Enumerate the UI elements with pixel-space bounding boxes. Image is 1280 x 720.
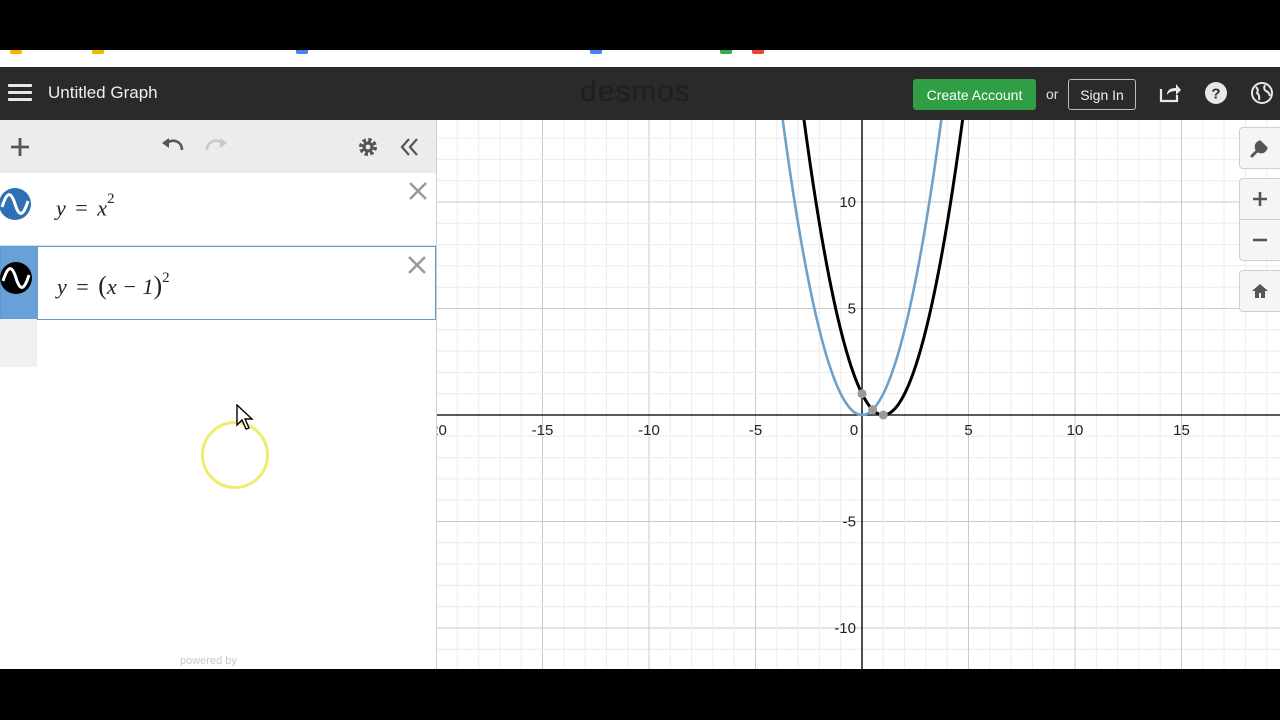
bookmark-icon[interactable] bbox=[10, 50, 22, 54]
cursor-highlight bbox=[201, 421, 269, 489]
math-expression[interactable]: y = x2 bbox=[56, 191, 114, 221]
help-icon[interactable]: ? bbox=[1204, 81, 1228, 105]
x-tick-label: 15 bbox=[1173, 422, 1190, 439]
expression-tab[interactable] bbox=[0, 247, 38, 319]
x-tick-label: -10 bbox=[638, 422, 660, 439]
or-label: or bbox=[1046, 86, 1059, 102]
undo-icon[interactable] bbox=[160, 134, 186, 160]
x-tick-label: -15 bbox=[532, 422, 554, 439]
svg-text:?: ? bbox=[1211, 86, 1220, 103]
x-tick-label: 5 bbox=[964, 422, 972, 439]
globe-icon[interactable] bbox=[1250, 81, 1274, 105]
x-tick-label: -5 bbox=[749, 422, 762, 439]
graph-title[interactable]: Untitled Graph bbox=[48, 83, 158, 103]
bookmarks-bar bbox=[0, 50, 1280, 67]
expression-row-2[interactable]: y = (x − 1)2 bbox=[0, 246, 436, 320]
bookmark-icon[interactable] bbox=[590, 50, 602, 54]
redo-icon[interactable] bbox=[203, 134, 229, 160]
bookmark-icon[interactable] bbox=[752, 50, 764, 54]
menu-icon[interactable] bbox=[8, 81, 32, 105]
new-expression-tab[interactable] bbox=[0, 319, 37, 367]
app-header: Untitled Graph desmos Create Account or … bbox=[0, 67, 1280, 120]
zoom-in-icon[interactable] bbox=[1240, 179, 1280, 219]
settings-gear-icon[interactable] bbox=[355, 134, 381, 160]
y-tick-label: -5 bbox=[843, 514, 856, 531]
home-control bbox=[1239, 270, 1280, 312]
expression-panel: y = x2 y = (x − 1)2 powered by bbox=[0, 120, 437, 669]
mouse-cursor-icon bbox=[236, 404, 254, 430]
share-icon[interactable] bbox=[1158, 81, 1182, 105]
point-of-interest[interactable] bbox=[868, 405, 878, 415]
screen-frame: Untitled Graph desmos Create Account or … bbox=[0, 0, 1280, 720]
delete-expression-icon[interactable] bbox=[407, 255, 427, 275]
create-account-button[interactable]: Create Account bbox=[913, 79, 1036, 110]
wrench-icon[interactable] bbox=[1240, 128, 1280, 168]
y-tick-label: 10 bbox=[839, 194, 856, 211]
math-expression[interactable]: y = (x − 1)2 bbox=[57, 270, 170, 301]
graph-color-icon[interactable] bbox=[0, 261, 33, 295]
x-tick-label: 0 bbox=[850, 422, 858, 439]
bookmark-icon[interactable] bbox=[92, 50, 104, 54]
add-icon[interactable] bbox=[7, 134, 33, 160]
x-tick-label: 10 bbox=[1067, 422, 1084, 439]
expression-tab[interactable] bbox=[0, 173, 37, 245]
home-icon[interactable] bbox=[1240, 271, 1280, 311]
x-tick-label: -20 bbox=[437, 422, 447, 439]
delete-expression-icon[interactable] bbox=[408, 181, 428, 201]
expression-toolbar bbox=[0, 120, 436, 174]
point-of-interest[interactable] bbox=[857, 389, 867, 399]
expression-row-1[interactable]: y = x2 bbox=[0, 173, 436, 246]
graph-color-icon[interactable] bbox=[0, 187, 32, 221]
collapse-panel-icon[interactable] bbox=[397, 134, 423, 160]
zoom-out-icon[interactable] bbox=[1240, 219, 1280, 260]
desmos-app: Untitled Graph desmos Create Account or … bbox=[0, 67, 1280, 669]
graph-canvas[interactable]: -20-15-10-505101520105-5-10 bbox=[437, 120, 1280, 669]
powered-by-label: powered by bbox=[180, 655, 237, 667]
graph-settings-panel bbox=[1239, 127, 1280, 169]
graph-paper[interactable]: -20-15-10-505101520105-5-10 bbox=[437, 120, 1280, 669]
bookmark-icon[interactable] bbox=[720, 50, 732, 54]
sign-in-button[interactable]: Sign In bbox=[1068, 79, 1136, 110]
bookmark-icon[interactable] bbox=[296, 50, 308, 54]
point-of-interest[interactable] bbox=[878, 410, 888, 420]
desmos-logo: desmos bbox=[580, 75, 692, 108]
y-tick-label: -10 bbox=[834, 620, 856, 637]
y-tick-label: 5 bbox=[848, 301, 856, 318]
zoom-controls bbox=[1239, 178, 1280, 261]
